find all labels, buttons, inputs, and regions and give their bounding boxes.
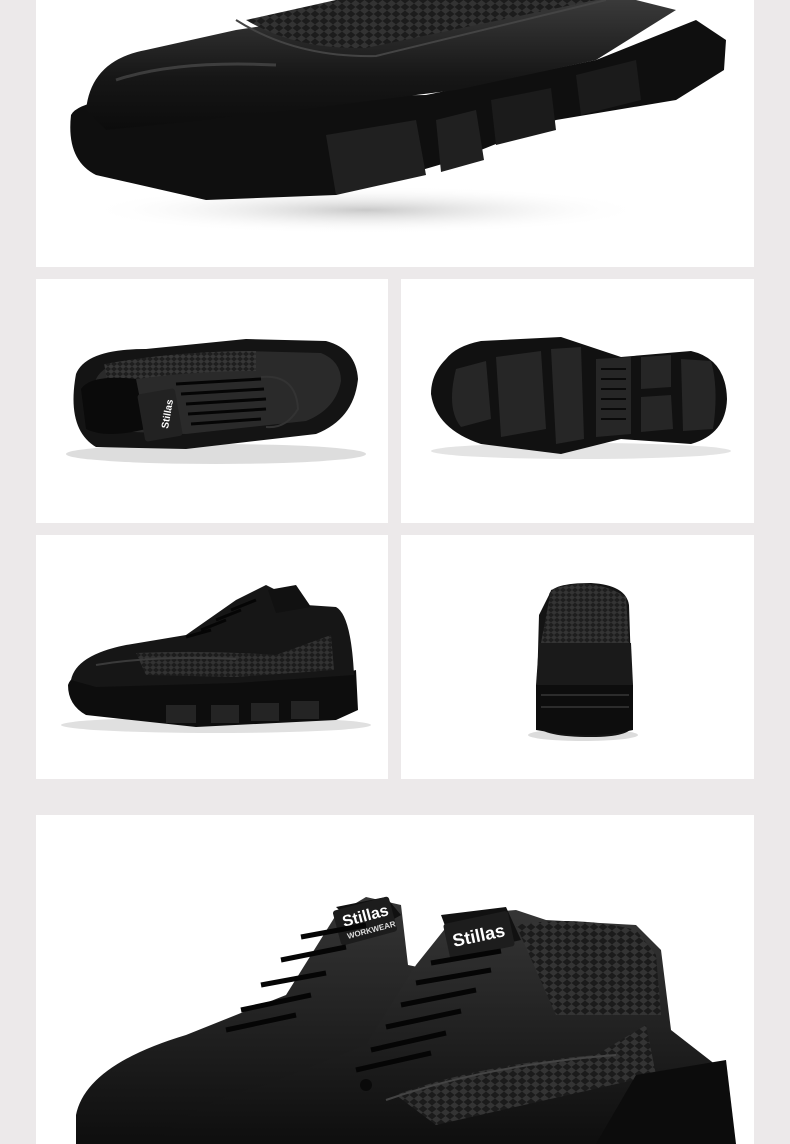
- back-view-image: [528, 583, 638, 741]
- pair-view-image: Stillas WORKWEAR Stillas: [76, 896, 736, 1144]
- side-view-image: [61, 585, 371, 733]
- back-view-panel: [401, 535, 754, 779]
- top-view-panel: Stillas: [36, 279, 388, 523]
- sole-view-image: [431, 337, 731, 459]
- sole-view-panel: [401, 279, 754, 523]
- toe-closeup-panel: [36, 0, 754, 267]
- toe-closeup-image: [70, 0, 727, 234]
- top-view-image: Stillas: [66, 339, 366, 464]
- pair-view-panel: Stillas WORKWEAR Stillas: [36, 815, 754, 1144]
- side-view-panel: [36, 535, 388, 779]
